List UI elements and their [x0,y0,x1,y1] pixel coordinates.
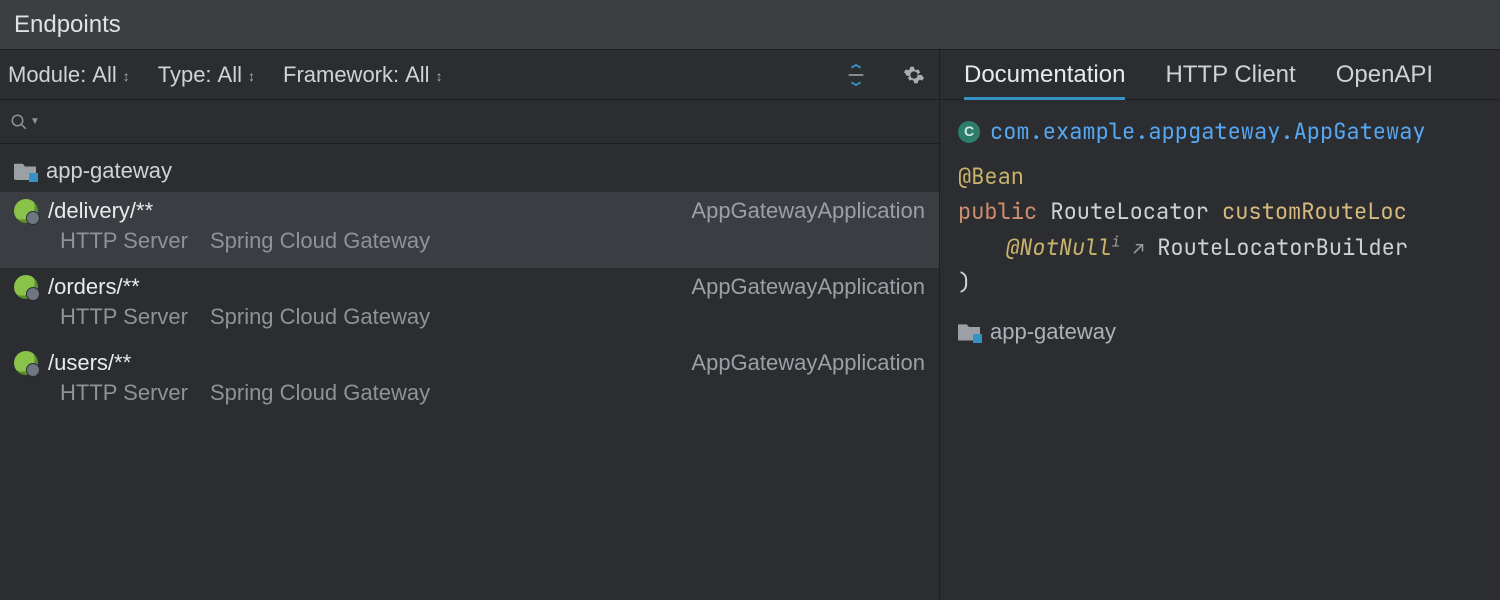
class-badge-icon: C [958,121,980,143]
endpoint-class: AppGatewayApplication [691,274,925,300]
detail-pane: Documentation HTTP Client OpenAPI C com.… [940,50,1500,600]
endpoint-path: /users/** [48,350,131,376]
endpoint-icon [14,351,38,375]
chevron-sort-icon: ↕ [248,68,255,84]
endpoint-class: AppGatewayApplication [691,198,925,224]
framework-filter-value: All [405,62,429,88]
code-method-name: customRouteLoc [1222,197,1407,226]
code-param-type: RouteLocatorBuilder [1157,233,1408,262]
endpoint-path: /delivery/** [48,198,153,224]
search-input[interactable] [46,110,929,133]
module-folder-icon [14,162,36,180]
module-filter-label: Module: [8,62,86,88]
expand-collapse-icon[interactable] [841,60,871,90]
endpoint-row[interactable]: /delivery/** AppGatewayApplication HTTP … [0,192,939,268]
chevron-sort-icon: ↕ [123,68,130,84]
code-annotation: @Bean [958,162,1024,191]
endpoint-server-label: HTTP Server [60,380,188,406]
detail-tabs: Documentation HTTP Client OpenAPI [940,50,1500,100]
endpoint-row[interactable]: /users/** AppGatewayApplication HTTP Ser… [0,344,939,420]
inferred-superscript-icon: i [1112,233,1120,251]
tab-openapi[interactable]: OpenAPI [1336,61,1433,99]
module-group-label: app-gateway [46,158,172,184]
search-dropdown-icon[interactable]: ▼ [30,116,40,127]
filter-bar: Module: All ↕ Type: All ↕ Framework: All… [0,50,939,100]
framework-filter[interactable]: Framework: All ↕ [283,62,443,88]
type-filter-value: All [218,62,242,88]
endpoint-framework-label: Spring Cloud Gateway [210,380,430,406]
external-link-icon: ↗ [1133,238,1144,261]
endpoints-pane: Module: All ↕ Type: All ↕ Framework: All… [0,50,940,600]
type-filter[interactable]: Type: All ↕ [158,62,255,88]
endpoint-server-label: HTTP Server [60,228,188,254]
tab-documentation[interactable]: Documentation [964,61,1125,99]
documentation-content: C com.example.appgateway.AppGateway @Bea… [940,100,1500,363]
chevron-sort-icon: ↕ [436,68,443,84]
tool-window-title: Endpoints [0,0,1500,50]
gear-icon[interactable] [899,60,929,90]
type-filter-label: Type: [158,62,212,88]
endpoint-icon [14,199,38,223]
module-folder-icon [958,323,980,341]
endpoint-row[interactable]: /orders/** AppGatewayApplication HTTP Se… [0,268,939,344]
search-bar: ▼ [0,100,939,144]
code-param-annotation: @NotNull [1006,233,1112,262]
endpoint-class: AppGatewayApplication [691,350,925,376]
endpoint-server-label: HTTP Server [60,304,188,330]
module-filter-value: All [92,62,116,88]
endpoint-framework-label: Spring Cloud Gateway [210,228,430,254]
endpoints-tree: app-gateway /delivery/** AppGatewayAppli… [0,144,939,600]
endpoint-framework-label: Spring Cloud Gateway [210,304,430,330]
module-group-row[interactable]: app-gateway [0,150,939,192]
code-return-type: RouteLocator [1050,197,1208,226]
fully-qualified-class-name[interactable]: com.example.appgateway.AppGateway [990,114,1426,149]
endpoint-path: /orders/** [48,274,140,300]
framework-filter-label: Framework: [283,62,399,88]
endpoint-icon [14,275,38,299]
code-close-paren: ) [958,268,971,297]
title-text: Endpoints [14,11,121,39]
module-filter[interactable]: Module: All ↕ [8,62,130,88]
workspace: Module: All ↕ Type: All ↕ Framework: All… [0,50,1500,600]
search-icon [10,113,28,131]
code-modifier: public [958,197,1037,226]
tab-http-client[interactable]: HTTP Client [1165,61,1295,99]
module-name-label: app-gateway [990,314,1116,349]
